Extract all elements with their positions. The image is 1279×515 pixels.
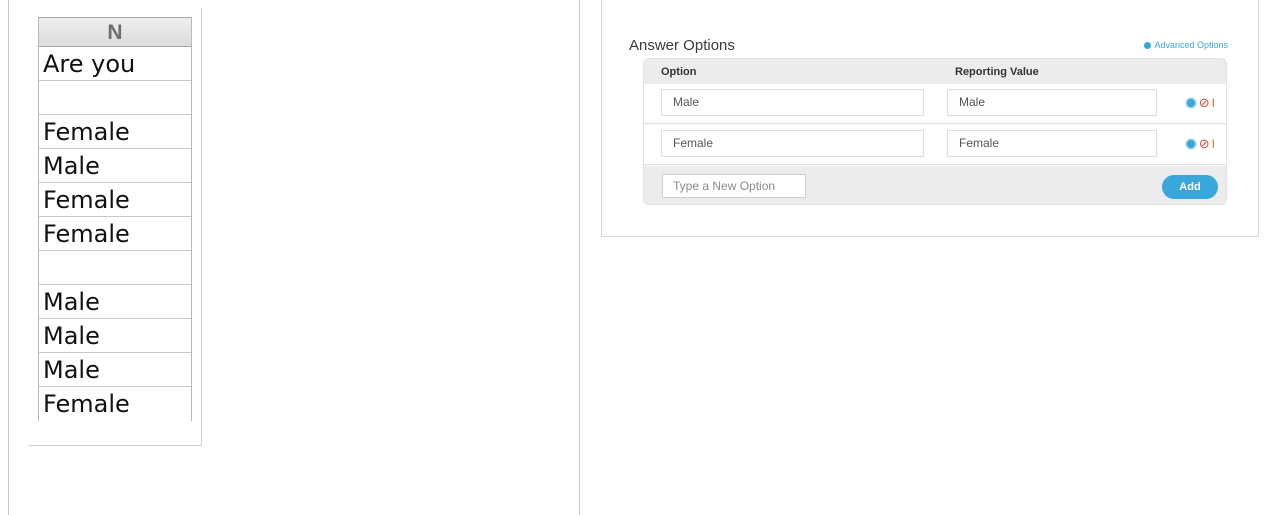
spreadsheet-cell[interactable] (39, 251, 191, 285)
gear-icon[interactable] (1186, 98, 1195, 107)
reporting-value-column-header: Reporting Value (955, 66, 1039, 78)
row-actions: ⊘ I (1186, 96, 1215, 109)
spreadsheet-cell[interactable]: Are you (39, 47, 191, 81)
answer-options-title: Answer Options (629, 37, 735, 54)
spreadsheet-cell[interactable]: Male (39, 149, 191, 183)
option-column-header: Option (661, 66, 697, 78)
gear-icon[interactable] (1186, 139, 1195, 148)
drag-handle-icon[interactable]: I (1212, 138, 1215, 150)
column-header[interactable]: N (39, 17, 191, 47)
options-header: Option Reporting Value (644, 59, 1226, 84)
spreadsheet-cell[interactable]: Female (39, 217, 191, 251)
spreadsheet-cell[interactable]: Male (39, 353, 191, 387)
answer-options-panel: Answer Options Advanced Options Option R… (601, 0, 1259, 237)
no-entry-icon[interactable]: ⊘ (1199, 96, 1210, 109)
divider-middle (579, 0, 580, 515)
spreadsheet-panel: N Are you Female Male Female Female Male… (29, 8, 202, 446)
options-table: Option Reporting Value Male Male ⊘ I Fem… (643, 58, 1227, 205)
spreadsheet-cell[interactable]: Female (39, 183, 191, 217)
new-option-row: Add (644, 166, 1226, 204)
option-row: Female Female ⊘ I (644, 125, 1226, 165)
spreadsheet-column: N Are you Female Male Female Female Male… (38, 17, 192, 421)
spreadsheet-cell[interactable]: Female (39, 387, 191, 421)
add-button[interactable]: Add (1162, 175, 1218, 199)
advanced-options-label: Advanced Options (1154, 40, 1228, 50)
option-row: Male Male ⊘ I (644, 84, 1226, 124)
option-field[interactable]: Female (661, 130, 924, 157)
row-actions: ⊘ I (1186, 137, 1215, 150)
no-entry-icon[interactable]: ⊘ (1199, 137, 1210, 150)
spreadsheet-cell[interactable]: Female (39, 115, 191, 149)
gear-icon (1144, 41, 1152, 49)
spreadsheet-cell[interactable]: Male (39, 285, 191, 319)
new-option-input[interactable] (662, 174, 806, 198)
option-field[interactable]: Male (661, 89, 924, 116)
advanced-options-link[interactable]: Advanced Options (1144, 40, 1228, 50)
reporting-value-field[interactable]: Female (947, 130, 1157, 157)
spreadsheet-cell[interactable]: Male (39, 319, 191, 353)
drag-handle-icon[interactable]: I (1212, 97, 1215, 109)
divider-left (8, 0, 9, 515)
spreadsheet-cell[interactable] (39, 81, 191, 115)
reporting-value-field[interactable]: Male (947, 89, 1157, 116)
